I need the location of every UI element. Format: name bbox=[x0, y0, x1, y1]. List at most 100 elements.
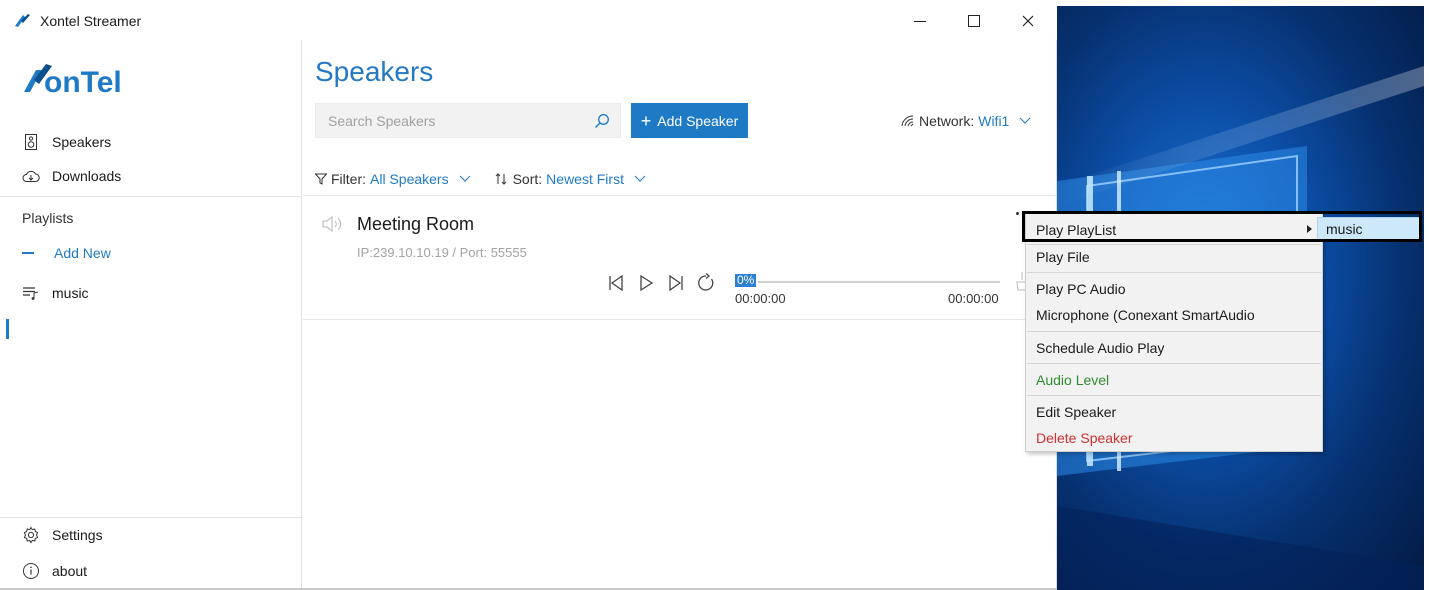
title-bar[interactable]: Xontel Streamer bbox=[0, 0, 1057, 40]
sidebar-item-speakers[interactable]: Speakers bbox=[22, 131, 111, 153]
gear-icon bbox=[22, 526, 40, 544]
skip-back-icon bbox=[609, 274, 623, 292]
menu-item-edit-speaker[interactable]: Edit Speaker bbox=[1026, 399, 1322, 425]
network-value: Wifi1 bbox=[978, 113, 1010, 129]
submenu-arrow-icon bbox=[1307, 225, 1312, 233]
speaker-context-menu: Play PlayList Play File Play PC Audio Mi… bbox=[1025, 212, 1323, 452]
repeat-icon bbox=[698, 273, 714, 291]
repeat-button[interactable] bbox=[695, 272, 717, 294]
list-divider bbox=[303, 319, 1057, 320]
filter-icon bbox=[315, 173, 327, 185]
maximize-button[interactable] bbox=[951, 6, 997, 36]
close-button[interactable] bbox=[1005, 6, 1051, 36]
menu-item-audio-level[interactable]: Audio Level bbox=[1026, 367, 1322, 393]
search-input[interactable] bbox=[316, 104, 586, 137]
xontel-app-icon bbox=[15, 14, 30, 27]
menu-item-play-playlist[interactable]: Play PlayList bbox=[1026, 217, 1322, 243]
play-icon bbox=[640, 274, 654, 292]
sidebar-item-label: Settings bbox=[52, 527, 103, 543]
plus-icon: + bbox=[640, 110, 652, 131]
sidebar-item-settings[interactable]: Settings bbox=[22, 524, 103, 546]
add-dash-icon bbox=[22, 252, 34, 254]
sidebar: onTel Speakers Downloads Playlists Add N… bbox=[0, 40, 302, 590]
menu-item-label: Edit Speaker bbox=[1036, 404, 1117, 420]
menu-separator bbox=[1027, 395, 1321, 396]
elapsed-time: 00:00:00 bbox=[735, 291, 786, 306]
sort-dropdown[interactable]: Newest First bbox=[546, 171, 624, 187]
sidebar-divider bbox=[0, 196, 302, 197]
sidebar-item-downloads[interactable]: Downloads bbox=[22, 165, 121, 187]
xontel-logo: onTel bbox=[24, 64, 122, 99]
chevron-down-icon[interactable] bbox=[459, 175, 471, 183]
speaker-address: IP:239.10.10.19 / Port: 55555 bbox=[357, 245, 527, 260]
network-label: Network: bbox=[919, 113, 975, 129]
menu-separator bbox=[1027, 331, 1321, 332]
close-icon bbox=[1022, 15, 1034, 27]
more-options-icon[interactable] bbox=[1016, 212, 1019, 215]
menu-item-play-pc-audio[interactable]: Play PC Audio bbox=[1026, 276, 1322, 302]
chevron-down-icon bbox=[1020, 117, 1031, 124]
menu-item-label: Play PC Audio bbox=[1036, 281, 1126, 297]
submenu-item-label: music bbox=[1326, 220, 1363, 237]
menu-item-label: Schedule Audio Play bbox=[1036, 340, 1165, 356]
window-title: Xontel Streamer bbox=[40, 13, 142, 29]
filter-sort-bar: Filter: All Speakers Sort: Newest First bbox=[315, 171, 670, 187]
selection-indicator bbox=[6, 319, 9, 339]
wifi-icon bbox=[901, 115, 914, 127]
progress-bar[interactable] bbox=[758, 281, 1000, 283]
menu-item-play-file[interactable]: Play File bbox=[1026, 244, 1322, 270]
minimize-button[interactable] bbox=[897, 6, 943, 36]
sidebar-item-label: Downloads bbox=[52, 168, 122, 184]
sidebar-item-label: music bbox=[52, 285, 89, 301]
playlist-icon bbox=[22, 284, 40, 302]
menu-item-schedule-audio-play[interactable]: Schedule Audio Play bbox=[1026, 335, 1322, 361]
app-window: Xontel Streamer onTel Speakers Downloads… bbox=[0, 0, 1057, 590]
skip-forward-icon bbox=[669, 274, 683, 292]
filter-label: Filter: bbox=[331, 171, 366, 187]
sidebar-item-playlist-music[interactable]: music bbox=[22, 282, 89, 304]
speaker-name: Meeting Room bbox=[357, 214, 475, 234]
add-new-playlist-button[interactable]: Add New bbox=[22, 245, 111, 261]
menu-item-label: Play File bbox=[1036, 249, 1090, 265]
menu-separator bbox=[1027, 272, 1321, 273]
svg-text:onTel: onTel bbox=[44, 66, 122, 98]
playback-controls bbox=[605, 272, 725, 294]
sort-label: Sort: bbox=[512, 171, 543, 187]
add-speaker-label: Add Speaker bbox=[657, 112, 739, 129]
sort-icon bbox=[495, 173, 506, 185]
filter-dropdown[interactable]: All Speakers bbox=[370, 171, 449, 187]
speaker-device-icon bbox=[22, 133, 40, 151]
cloud-download-icon bbox=[22, 167, 40, 185]
add-speaker-button[interactable]: + Add Speaker bbox=[631, 103, 748, 138]
brand-logo: onTel bbox=[22, 58, 146, 103]
menu-item-delete-speaker[interactable]: Delete Speaker bbox=[1026, 425, 1322, 451]
next-button[interactable] bbox=[665, 272, 687, 294]
search-box[interactable] bbox=[315, 103, 621, 138]
maximize-icon bbox=[968, 15, 980, 27]
menu-separator bbox=[1027, 363, 1321, 364]
page-title: Speakers bbox=[315, 56, 434, 87]
sidebar-item-label: Speakers bbox=[52, 134, 112, 150]
sidebar-divider bbox=[0, 517, 302, 518]
list-divider bbox=[303, 195, 1057, 196]
menu-item-microphone[interactable]: Microphone (Conexant SmartAudio bbox=[1026, 302, 1322, 328]
sidebar-item-label: about bbox=[52, 563, 88, 579]
screen: Xontel Streamer onTel Speakers Downloads… bbox=[0, 0, 1429, 590]
chevron-down-icon[interactable] bbox=[634, 175, 646, 183]
minimize-icon bbox=[914, 21, 926, 22]
main-panel: Speakers + Add Speaker Netw bbox=[303, 40, 1057, 590]
menu-item-label: Microphone (Conexant SmartAudio bbox=[1036, 307, 1255, 323]
progress-percent: 0% bbox=[735, 273, 757, 287]
submenu-item-music[interactable]: music bbox=[1317, 217, 1420, 240]
network-selector[interactable]: Network: Wifi1 bbox=[901, 113, 1031, 129]
info-icon bbox=[22, 562, 40, 580]
menu-item-label: Play PlayList bbox=[1036, 222, 1117, 238]
search-icon[interactable] bbox=[594, 113, 610, 129]
add-new-label: Add New bbox=[54, 245, 111, 261]
play-button[interactable] bbox=[635, 272, 657, 294]
volume-icon bbox=[322, 215, 342, 233]
total-time: 00:00:00 bbox=[948, 291, 999, 306]
previous-button[interactable] bbox=[605, 272, 627, 294]
menu-item-label: Audio Level bbox=[1036, 372, 1110, 388]
sidebar-item-about[interactable]: about bbox=[22, 560, 87, 582]
